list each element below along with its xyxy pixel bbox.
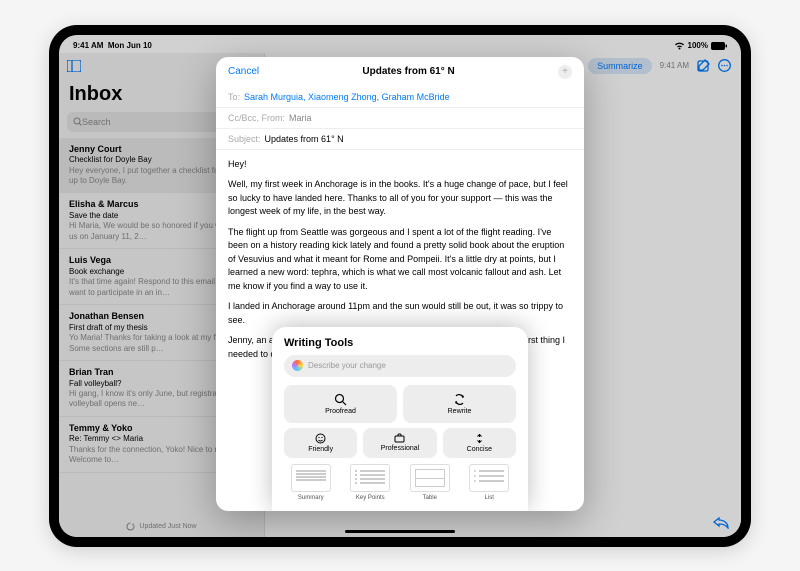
- magnify-icon: [334, 393, 347, 406]
- ipad-frame: 9:41 AM Mon Jun 10 100% Inbox Search Jen…: [49, 25, 751, 547]
- rewrite-button[interactable]: Rewrite: [403, 385, 516, 423]
- rewrite-icon: [453, 393, 466, 406]
- tools-title: Writing Tools: [284, 337, 516, 349]
- keypoints-icon: [350, 464, 390, 492]
- to-field[interactable]: To:Sarah Murguia, Xiaomeng Zhong, Graham…: [216, 87, 584, 108]
- subject-field[interactable]: Subject:Updates from 61° N: [216, 129, 584, 150]
- compose-sheet: Cancel Updates from 61° N + To:Sarah Mur…: [216, 57, 584, 511]
- cancel-button[interactable]: Cancel: [228, 66, 259, 77]
- compose-title: Updates from 61° N: [362, 66, 454, 77]
- briefcase-icon: [394, 433, 405, 443]
- home-indicator[interactable]: [345, 530, 455, 533]
- summary-icon: [291, 464, 331, 492]
- friendly-button[interactable]: Friendly: [284, 428, 357, 458]
- list-icon: [469, 464, 509, 492]
- table-button[interactable]: Table: [403, 464, 457, 501]
- list-button[interactable]: List: [463, 464, 517, 501]
- screen: 9:41 AM Mon Jun 10 100% Inbox Search Jen…: [59, 35, 741, 537]
- professional-button[interactable]: Professional: [363, 428, 436, 458]
- tools-input[interactable]: Describe your change: [284, 355, 516, 377]
- keypoints-button[interactable]: Key Points: [344, 464, 398, 501]
- add-button[interactable]: +: [558, 65, 572, 79]
- proofread-button[interactable]: Proofread: [284, 385, 397, 423]
- cc-field[interactable]: Cc/Bcc, From:Maria: [216, 108, 584, 129]
- concise-button[interactable]: Concise: [443, 428, 516, 458]
- smile-icon: [315, 433, 326, 444]
- compress-icon: [474, 433, 485, 444]
- summary-button[interactable]: Summary: [284, 464, 338, 501]
- ai-icon: [292, 360, 303, 371]
- writing-tools-panel: Writing Tools Describe your change Proof…: [272, 327, 528, 511]
- table-icon: [410, 464, 450, 492]
